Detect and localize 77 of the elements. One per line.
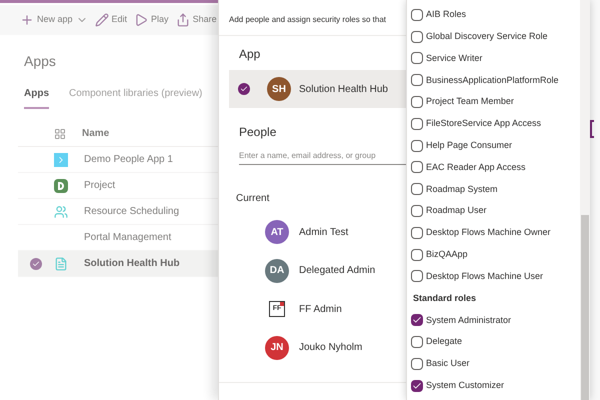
checkbox[interactable] xyxy=(411,161,423,174)
checkbox[interactable] xyxy=(411,74,423,86)
page-title: Apps xyxy=(24,52,56,71)
role-option[interactable]: EAC Reader App Access xyxy=(411,156,580,178)
table-cell-text: Solution Health Hub xyxy=(84,257,180,271)
checkbox[interactable] xyxy=(411,52,423,64)
avatar: AT xyxy=(265,220,289,244)
person-name: Admin Test xyxy=(299,226,348,240)
toolbar-button[interactable]: Share xyxy=(176,13,217,27)
table-cell-text: Resource Scheduling xyxy=(84,205,180,219)
table-row[interactable]: Demo People App 1 xyxy=(18,147,218,173)
toolbar-button[interactable]: Play xyxy=(134,13,169,27)
role-option[interactable]: AIB Roles xyxy=(411,4,580,26)
app-row[interactable]: SH Solution Health Hub xyxy=(229,70,406,108)
role-option[interactable]: Desktop Flows Machine User xyxy=(411,266,580,288)
role-option[interactable]: Global Discovery Service Role xyxy=(411,26,580,48)
document-icon xyxy=(54,256,68,270)
role-option[interactable]: Roadmap System xyxy=(411,178,580,200)
share-icon xyxy=(176,13,190,27)
person-name: FF Admin xyxy=(299,302,342,317)
tab[interactable]: Apps xyxy=(24,86,49,109)
checkbox[interactable] xyxy=(411,30,423,43)
people-icon xyxy=(54,204,68,218)
section-heading: App xyxy=(239,46,262,63)
role-option[interactable]: Delegate xyxy=(411,331,580,353)
column-options-icon xyxy=(54,128,66,140)
role-option[interactable]: Project Team Member xyxy=(411,91,580,113)
role-option[interactable]: Basic User xyxy=(411,352,580,375)
plus-icon xyxy=(20,13,34,27)
people-input-field[interactable]: Enter a name, email address, or group xyxy=(239,147,407,165)
checkbox[interactable] xyxy=(411,96,423,108)
checkbox[interactable] xyxy=(411,183,423,196)
app-tile-icon xyxy=(54,152,68,166)
table-cell-text: Project xyxy=(84,179,116,193)
table-row[interactable]: Resource Scheduling xyxy=(18,199,218,225)
checkbox[interactable] xyxy=(411,314,423,326)
table-cell-text: Portal Management xyxy=(84,231,172,245)
role-option[interactable]: BizQAApp xyxy=(411,244,580,266)
checkbox[interactable] xyxy=(411,118,423,130)
scrollbar-thumb[interactable] xyxy=(581,215,589,400)
checkbox[interactable] xyxy=(411,226,423,239)
panel-subtitle: Add people and assign security roles so that xyxy=(229,14,386,26)
checkbox[interactable] xyxy=(411,336,423,348)
role-option[interactable]: BusinessApplicationPlatformRole xyxy=(411,69,580,92)
table-cell-text: Demo People App 1 xyxy=(84,153,173,167)
table-row[interactable]: Project xyxy=(18,173,218,199)
avatar: SH xyxy=(267,77,291,101)
person-name: Jouko Nyholm xyxy=(299,341,362,356)
role-option[interactable]: Help Page Consumer xyxy=(411,134,580,157)
section-heading: Current xyxy=(236,192,270,206)
role-option[interactable]: System Customizer xyxy=(411,374,580,397)
field-edge xyxy=(590,120,594,138)
checkbox[interactable] xyxy=(411,140,423,152)
section-heading: People xyxy=(239,124,278,141)
project-tile-icon xyxy=(54,178,68,192)
column-header[interactable]: Name xyxy=(82,126,110,141)
checkbox[interactable] xyxy=(411,270,423,282)
role-option[interactable]: System Administrator xyxy=(411,309,580,332)
person-name: Delegated Admin xyxy=(299,264,376,278)
play-icon xyxy=(134,13,148,27)
checkbox[interactable] xyxy=(411,205,423,218)
group-heading: Standard roles xyxy=(412,292,478,305)
pencil-icon xyxy=(94,13,109,27)
avatar: JN xyxy=(265,336,289,360)
toolbar-button[interactable]: Edit xyxy=(94,13,128,27)
role-option[interactable]: FileStoreService App Access xyxy=(411,112,580,135)
avatar: DA xyxy=(265,258,289,283)
checkbox[interactable] xyxy=(411,8,423,21)
role-option[interactable]: Roadmap User xyxy=(411,200,580,222)
app-name: Solution Health Hub xyxy=(299,82,388,96)
table-row[interactable]: Solution Health Hub xyxy=(18,251,218,277)
checkbox[interactable] xyxy=(411,380,423,392)
role-option[interactable]: Service Writer xyxy=(411,48,580,70)
toolbar-button[interactable]: New app xyxy=(20,13,88,27)
checkbox[interactable] xyxy=(411,248,423,261)
role-option[interactable]: Desktop Flows Machine Owner xyxy=(411,222,580,244)
checkbox[interactable] xyxy=(411,358,423,370)
